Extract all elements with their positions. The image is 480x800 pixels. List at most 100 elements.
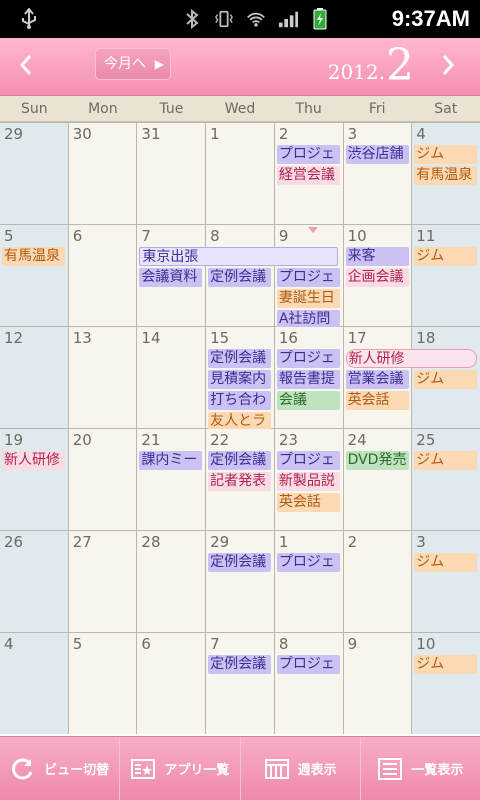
- event-item[interactable]: ジム: [414, 451, 478, 470]
- event-item[interactable]: ジム: [414, 145, 478, 164]
- day-cell[interactable]: 14: [137, 327, 206, 428]
- weekday-header: Sun Mon Tue Wed Thu Fri Sat: [0, 96, 480, 122]
- event-item[interactable]: 新人研修: [345, 349, 477, 368]
- day-number: 16: [278, 329, 298, 347]
- day-cell[interactable]: 6: [137, 633, 206, 734]
- day-cell[interactable]: 29: [0, 123, 68, 224]
- event-item[interactable]: 打ち合わ: [208, 391, 272, 410]
- day-cell[interactable]: 13: [68, 327, 137, 428]
- day-cell[interactable]: 23 プロジェ 新製品説 英会話: [274, 429, 343, 530]
- event-item[interactable]: DVD発売: [345, 451, 409, 470]
- day-cell[interactable]: 10 ジム: [412, 633, 480, 734]
- event-item[interactable]: 見積案内: [208, 370, 272, 389]
- day-cell[interactable]: 1: [206, 123, 274, 224]
- event-item[interactable]: 英会話: [345, 391, 409, 410]
- day-cell[interactable]: 17 新人研修 営業会議 英会話: [343, 327, 477, 428]
- status-time: 9:37AM: [391, 6, 470, 31]
- prev-month-button[interactable]: [16, 50, 44, 82]
- week-view-button[interactable]: 週表示: [241, 737, 361, 800]
- day-cell[interactable]: 2 プロジェ 経営会議: [274, 123, 343, 224]
- day-cell[interactable]: 30: [68, 123, 137, 224]
- day-cell[interactable]: 24 DVD発売: [343, 429, 412, 530]
- event-item[interactable]: 英会話: [276, 493, 340, 512]
- event-item[interactable]: 定例会議: [208, 451, 272, 470]
- day-cell[interactable]: 9: [343, 633, 412, 734]
- event-item[interactable]: 有馬温泉: [414, 166, 478, 185]
- event-item[interactable]: 新人研修: [2, 451, 65, 470]
- event-item[interactable]: 渋谷店舗: [345, 145, 409, 164]
- day-cell[interactable]: 8 プロジェ: [274, 633, 343, 734]
- usb-icon: [20, 7, 38, 35]
- day-cell[interactable]: 18 ジム: [412, 327, 480, 428]
- day-cell[interactable]: 12: [0, 327, 68, 428]
- day-cell[interactable]: 3 渋谷店舗: [343, 123, 412, 224]
- this-month-button[interactable]: 今月へ ▶: [95, 48, 171, 80]
- day-cell[interactable]: 15 定例会議 見積案内 打ち合わ 友人とラ: [206, 327, 274, 431]
- event-item[interactable]: 妻誕生日: [276, 289, 340, 308]
- event-item[interactable]: 経営会議: [276, 166, 340, 185]
- event-item[interactable]: プロジェ: [276, 451, 340, 470]
- day-number: 20: [72, 431, 92, 449]
- event-item[interactable]: 来客: [345, 247, 409, 266]
- day-cell[interactable]: 10 来客 企画会議: [343, 225, 412, 326]
- event-item[interactable]: 定例会議: [208, 268, 272, 287]
- bottom-toolbar: ビュー切替 アプリ一覧 週表示 一覧表示: [0, 736, 480, 800]
- day-cell[interactable]: 11 ジム: [412, 225, 480, 326]
- next-month-button[interactable]: [438, 50, 466, 82]
- event-item[interactable]: プロジェ: [276, 145, 340, 164]
- day-cell[interactable]: 28: [137, 531, 206, 632]
- day-cell[interactable]: 25 ジム: [412, 429, 480, 530]
- day-cell[interactable]: 7 東京出張 会議資料: [137, 225, 339, 326]
- day-cell[interactable]: 5 有馬温泉: [0, 225, 68, 326]
- day-number: 11: [416, 227, 436, 245]
- day-cell[interactable]: 29 定例会議: [206, 531, 274, 632]
- day-cell[interactable]: 9 プロジェ 妻誕生日 A社訪問: [274, 225, 343, 329]
- event-item[interactable]: 営業会議: [345, 370, 409, 389]
- list-view-button[interactable]: 一覧表示: [361, 737, 480, 800]
- day-cell[interactable]: 27: [68, 531, 137, 632]
- day-cell[interactable]: 4 ジム 有馬温泉: [412, 123, 480, 224]
- event-item[interactable]: 有馬温泉: [2, 247, 65, 266]
- day-cell[interactable]: 8 定例会議: [206, 225, 274, 326]
- event-item[interactable]: プロジェ: [276, 268, 340, 287]
- day-cell[interactable]: 5: [68, 633, 137, 734]
- day-cell[interactable]: 19 新人研修: [0, 429, 68, 530]
- event-item[interactable]: 報告書提: [276, 370, 340, 389]
- day-number: 17: [347, 329, 367, 347]
- event-item[interactable]: ジム: [414, 655, 478, 674]
- day-cell[interactable]: 3 ジム: [412, 531, 480, 632]
- day-cell[interactable]: 2: [343, 531, 412, 632]
- event-item[interactable]: 記者発表: [208, 472, 272, 491]
- event-item[interactable]: ジム: [414, 247, 478, 266]
- event-item[interactable]: ジム: [414, 553, 478, 572]
- day-cell[interactable]: 20: [68, 429, 137, 530]
- view-toggle-button[interactable]: ビュー切替: [0, 737, 121, 800]
- event-item[interactable]: 会議: [276, 391, 340, 410]
- event-item[interactable]: プロジェ: [276, 655, 340, 674]
- day-number: 18: [416, 329, 436, 347]
- event-item[interactable]: 定例会議: [208, 553, 272, 572]
- app-list-button[interactable]: アプリ一覧: [120, 737, 241, 800]
- event-item[interactable]: 定例会議: [208, 349, 272, 368]
- event-item[interactable]: プロジェ: [276, 553, 340, 572]
- day-cell[interactable]: 1 プロジェ: [274, 531, 343, 632]
- day-number: 27: [72, 533, 92, 551]
- event-item[interactable]: プロジェ: [276, 349, 340, 368]
- day-cell[interactable]: 26: [0, 531, 68, 632]
- day-number: 21: [141, 431, 161, 449]
- battery-icon: [310, 8, 330, 30]
- event-item[interactable]: 企画会議: [345, 268, 409, 287]
- day-cell[interactable]: 6: [68, 225, 137, 326]
- day-cell[interactable]: 31: [137, 123, 206, 224]
- event-item[interactable]: ジム: [414, 370, 478, 389]
- event-item[interactable]: 課内ミー: [139, 451, 203, 470]
- day-cell[interactable]: 4: [0, 633, 68, 734]
- event-item[interactable]: 定例会議: [208, 655, 272, 674]
- event-item[interactable]: 東京出張: [139, 247, 339, 266]
- day-cell[interactable]: 21 課内ミー: [137, 429, 206, 530]
- day-cell[interactable]: 22 定例会議 記者発表: [206, 429, 274, 530]
- event-item[interactable]: 会議資料: [139, 268, 203, 287]
- day-cell[interactable]: 16 プロジェ 報告書提 会議: [274, 327, 343, 428]
- event-item[interactable]: 新製品説: [276, 472, 340, 491]
- day-cell[interactable]: 7 定例会議: [206, 633, 274, 734]
